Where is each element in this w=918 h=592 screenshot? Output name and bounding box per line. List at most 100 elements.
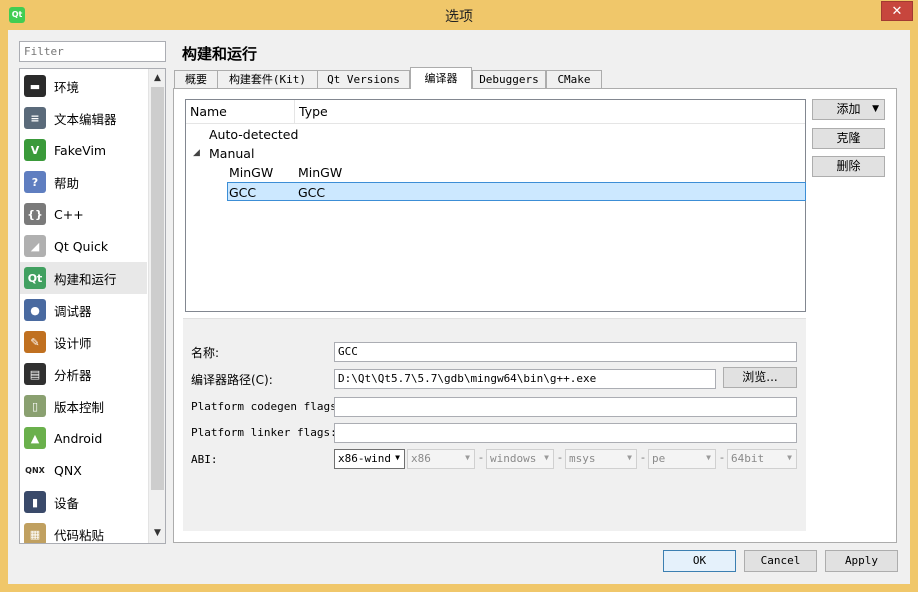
tree-cell-type: MinGW	[298, 165, 343, 180]
nav-item[interactable]: ▬ 环境	[20, 70, 147, 102]
scrollbar-thumb[interactable]	[151, 87, 164, 490]
text-editor-icon: ≡	[24, 107, 46, 129]
compiler-tree[interactable]: Name Type Auto-detected ◢ Manual MinGW M…	[185, 99, 806, 312]
add-button-label: 添加	[836, 102, 861, 116]
compiler-path-field[interactable]: D:\Qt\Qt5.7\5.7\gdb\mingw64\bin\g++.exe	[334, 369, 716, 389]
clone-button[interactable]: 克隆	[812, 128, 885, 149]
tab-qt-versions[interactable]: Qt Versions	[317, 70, 410, 89]
tree-row-gcc[interactable]: GCC GCC	[227, 182, 806, 201]
nav-item[interactable]: ▲ Android	[20, 422, 147, 454]
nav-item[interactable]: ? 帮助	[20, 166, 147, 198]
tab-cmake[interactable]: CMake	[546, 70, 602, 89]
build-run-icon: Qt	[24, 267, 46, 289]
filter-input[interactable]	[19, 41, 166, 62]
tab-overview[interactable]: 概要	[174, 70, 218, 89]
abi-width-select: 64bit ▼	[727, 449, 797, 469]
nav-item-label: QNX	[54, 462, 82, 478]
options-window: Qt 选项 ✕ ▬ 环境 ≡ 文本编辑器 V FakeVim? 帮助 {} C++ ◢ Qt Qui…	[0, 0, 918, 592]
nav-item[interactable]: ◢ Qt Quick	[20, 230, 147, 262]
nav-item[interactable]: ▮ 设备	[20, 486, 147, 518]
qt-quick-icon: ◢	[24, 235, 46, 257]
dropdown-arrow-icon: ▼	[465, 453, 470, 462]
abi-format-value: pe	[652, 452, 666, 465]
linker-flags-field[interactable]	[334, 423, 797, 443]
compiler-path-label: 编译器路径(C):	[191, 373, 273, 387]
abi-separator: -	[641, 451, 645, 464]
tree-cell-type: GCC	[298, 185, 326, 200]
nav-item[interactable]: Qt 构建和运行	[20, 262, 147, 294]
ok-button[interactable]: OK	[663, 550, 736, 572]
tree-cell-name: Manual	[209, 146, 255, 161]
help-icon: ?	[24, 171, 46, 193]
browse-button[interactable]: 浏览...	[723, 367, 797, 388]
tree-header: Name Type	[186, 100, 805, 124]
nav-item-label: 版本控制	[54, 399, 105, 415]
dropdown-arrow-icon: ▼	[872, 104, 879, 114]
cancel-button[interactable]: Cancel	[744, 550, 817, 572]
nav-item-label: 环境	[54, 79, 80, 95]
devices-icon: ▮	[24, 491, 46, 513]
column-type-header[interactable]: Type	[295, 100, 328, 124]
abi-flavor-select: msys ▼	[565, 449, 637, 469]
compilers-panel: Name Type Auto-detected ◢ Manual MinGW M…	[173, 88, 897, 543]
tree-row-mingw[interactable]: MinGW MinGW	[186, 163, 805, 182]
nav-item[interactable]: V FakeVim	[20, 134, 147, 166]
nav-item[interactable]: ● 调试器	[20, 294, 147, 326]
nav-item[interactable]: ✎ 设计师	[20, 326, 147, 358]
cpp-icon: {}	[24, 203, 46, 225]
abi-separator: -	[720, 451, 724, 464]
add-button[interactable]: 添加 ▼	[812, 99, 885, 120]
nav-item[interactable]: ▦ 代码粘贴	[20, 518, 147, 543]
tab-debuggers[interactable]: Debuggers	[472, 70, 546, 89]
environment-icon: ▬	[24, 75, 46, 97]
column-name-header[interactable]: Name	[186, 100, 227, 124]
category-scrollbar[interactable]: ▲ ▼	[148, 69, 165, 543]
nav-item-label: Qt Quick	[54, 238, 109, 254]
abi-arch-value: x86	[411, 452, 431, 465]
window-title: 选项	[445, 9, 473, 25]
nav-item[interactable]: QNX QNX	[20, 454, 147, 486]
analyzer-icon: ▤	[24, 363, 46, 385]
name-field[interactable]: GCC	[334, 342, 797, 362]
nav-item-label: 调试器	[54, 303, 92, 319]
abi-os-select: windows ▼	[486, 449, 554, 469]
codegen-flags-field[interactable]	[334, 397, 797, 417]
nav-item[interactable]: {} C++	[20, 198, 147, 230]
debugger-icon: ●	[24, 299, 46, 321]
tree-row-manual[interactable]: ◢ Manual	[186, 144, 805, 163]
apply-button[interactable]: Apply	[825, 550, 898, 572]
category-list[interactable]: ▬ 环境 ≡ 文本编辑器 V FakeVim? 帮助 {} C++ ◢ Qt Quick Qt 构建和运…	[19, 68, 166, 544]
nav-item-label: FakeVim	[54, 142, 107, 158]
dropdown-arrow-icon: ▼	[395, 453, 400, 462]
tab-compilers[interactable]: 编译器	[410, 67, 472, 89]
nav-item-label: C++	[54, 206, 84, 222]
tree-row-auto-detected[interactable]: Auto-detected	[186, 125, 805, 144]
abi-os-value: windows	[490, 452, 537, 465]
scroll-up-icon[interactable]: ▲	[149, 70, 165, 87]
dialog-body: ▬ 环境 ≡ 文本编辑器 V FakeVim? 帮助 {} C++ ◢ Qt Quick Qt 构建和运…	[8, 30, 910, 584]
close-button[interactable]: ✕	[881, 1, 913, 21]
name-label: 名称:	[191, 346, 220, 360]
abi-preset-select[interactable]: x86-wind ▼	[334, 449, 405, 469]
nav-item[interactable]: ▤ 分析器	[20, 358, 147, 390]
title-bar[interactable]: Qt 选项 ✕	[0, 0, 918, 30]
nav-item-label: Android	[54, 430, 103, 446]
abi-arch-select: x86 ▼	[407, 449, 475, 469]
abi-flavor-value: msys	[569, 452, 596, 465]
nav-item[interactable]: ≡ 文本编辑器	[20, 102, 147, 134]
nav-item[interactable]: ▯ 版本控制	[20, 390, 147, 422]
tab-kits[interactable]: 构建套件(Kit)	[217, 70, 318, 89]
remove-button[interactable]: 删除	[812, 156, 885, 177]
abi-separator: -	[479, 451, 483, 464]
qnx-icon: QNX	[24, 459, 46, 481]
nav-item-label: 分析器	[54, 367, 92, 383]
dropdown-arrow-icon: ▼	[627, 453, 632, 462]
expanded-arrow-icon[interactable]: ◢	[193, 144, 200, 163]
scroll-down-icon[interactable]: ▼	[149, 525, 165, 542]
dropdown-arrow-icon: ▼	[787, 453, 792, 462]
code-paste-icon: ▦	[24, 523, 46, 543]
designer-icon: ✎	[24, 331, 46, 353]
version-control-icon: ▯	[24, 395, 46, 417]
codegen-flags-label: Platform codegen flags:	[191, 400, 344, 413]
tree-cell-name: Auto-detected	[209, 127, 299, 142]
